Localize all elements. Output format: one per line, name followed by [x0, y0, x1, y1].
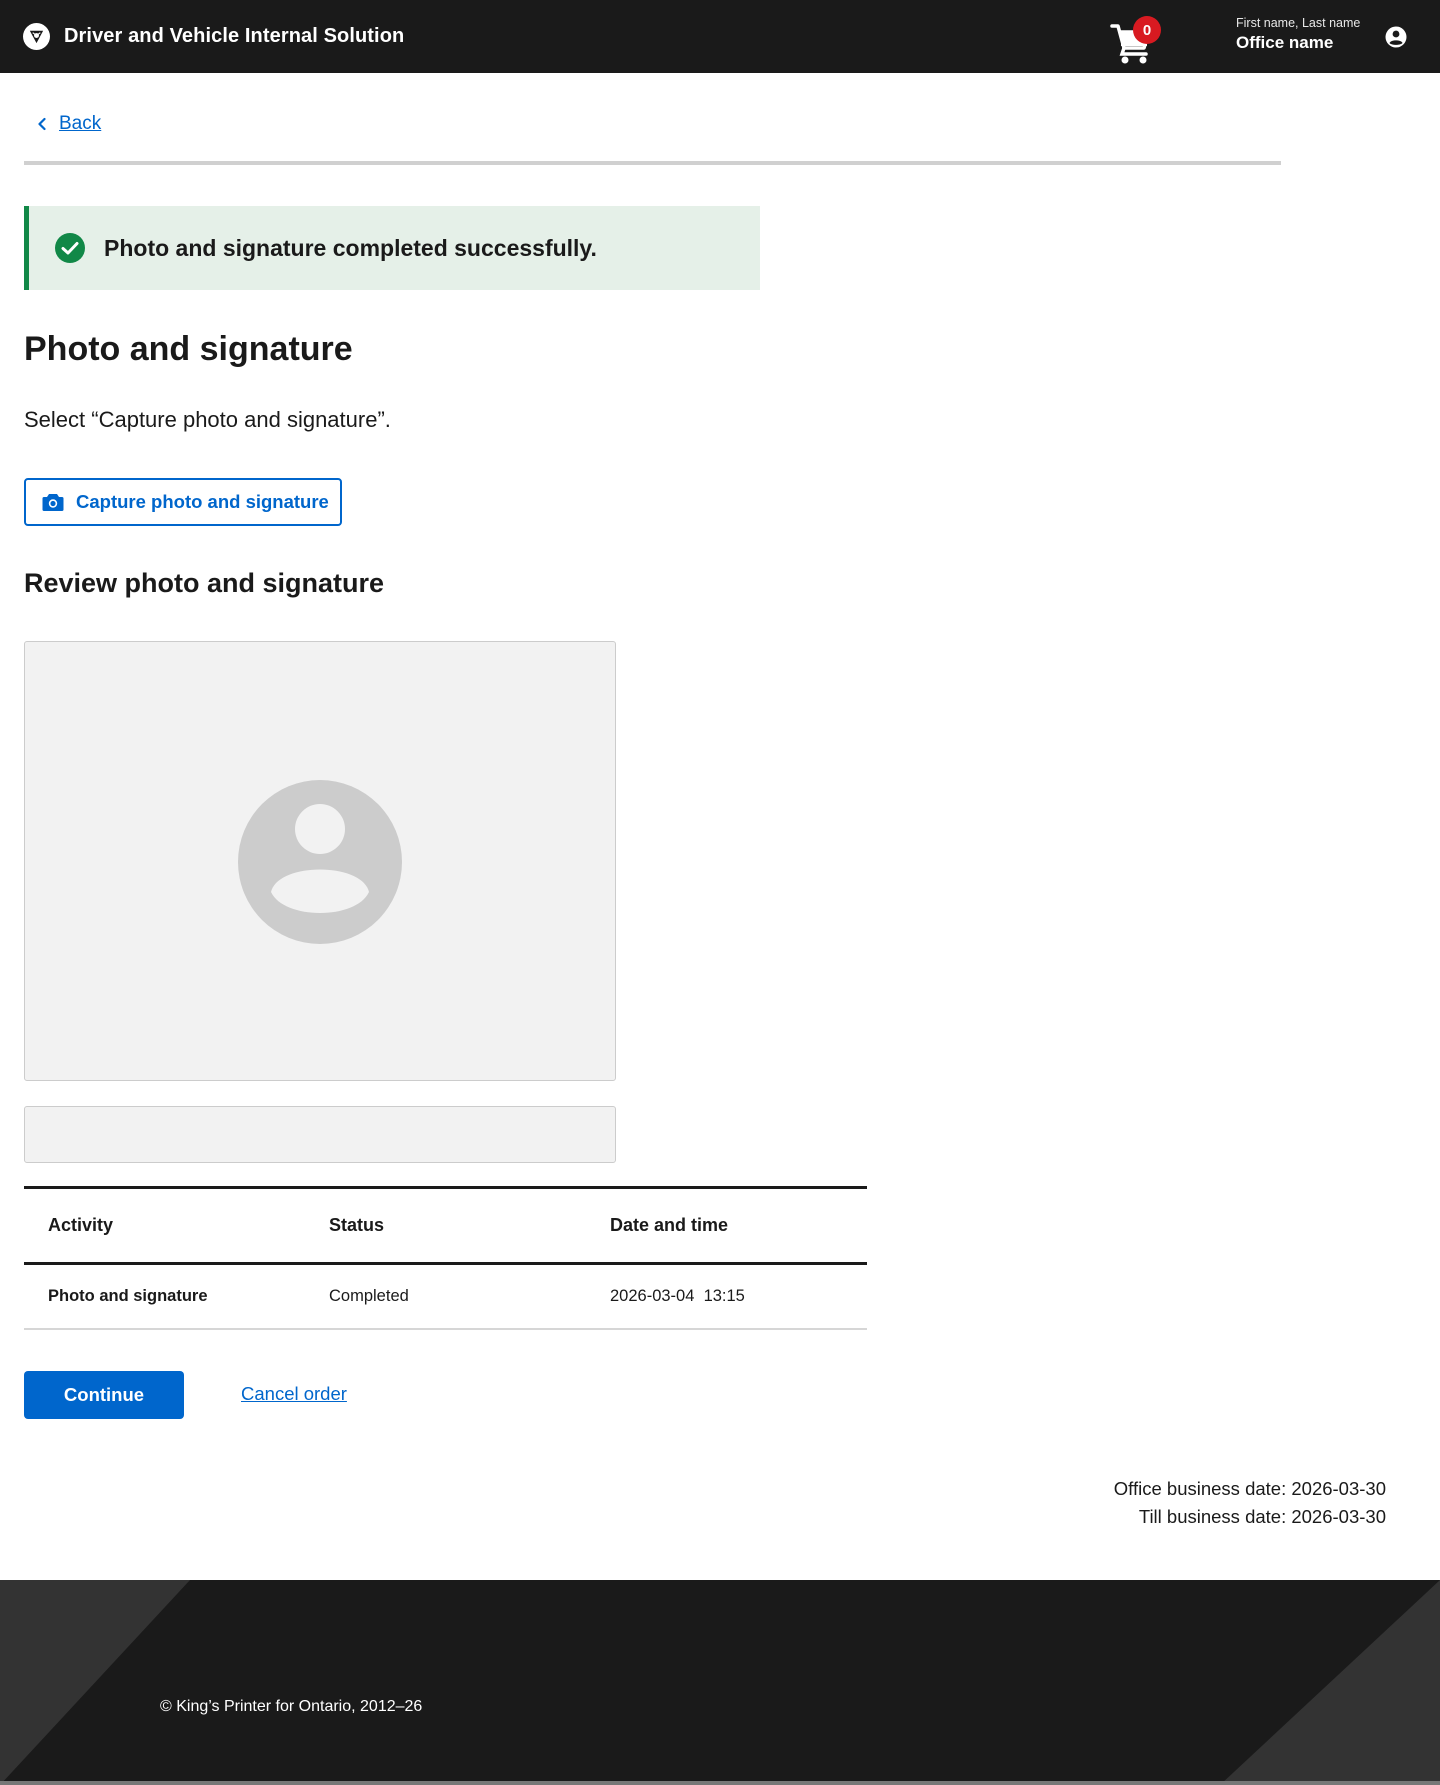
business-dates: Office business date: 2026-03-30 Till bu… — [1114, 1475, 1386, 1531]
brand[interactable]: Driver and Vehicle Internal Solution — [23, 23, 404, 50]
cart-count-badge: 0 — [1133, 16, 1161, 44]
user-info: First name, Last name Office name — [1236, 16, 1360, 53]
cell-status: Completed — [329, 1287, 409, 1305]
footer-decoration-right — [1220, 1580, 1440, 1785]
photo-preview — [24, 641, 616, 1081]
page-footer: © King’s Printer for Ontario, 2012–26 — [0, 1580, 1440, 1785]
app-title: Driver and Vehicle Internal Solution — [64, 25, 405, 47]
till-business-date: Till business date: 2026-03-30 — [1138, 1506, 1386, 1527]
column-header-activity: Activity — [48, 1215, 114, 1235]
trillium-logo-icon — [23, 23, 50, 50]
back-link[interactable]: Back — [37, 113, 101, 135]
cell-activity: Photo and signature — [48, 1287, 208, 1305]
back-link-label: Back — [59, 113, 102, 134]
camera-icon — [42, 493, 64, 511]
success-alert: Photo and signature completed successful… — [24, 206, 760, 290]
activity-table: Activity Status Date and time Photo and … — [24, 1186, 867, 1330]
alert-message: Photo and signature completed successful… — [104, 234, 597, 261]
instructions-text: Select “Capture photo and signature”. — [24, 407, 391, 432]
cell-date-time: 2026-03-04 13:15 — [610, 1287, 745, 1305]
signature-preview — [24, 1106, 616, 1163]
top-header: Driver and Vehicle Internal Solution 0 F… — [0, 0, 1440, 73]
column-header-status: Status — [329, 1215, 385, 1235]
account-icon[interactable] — [1385, 26, 1407, 48]
continue-button[interactable]: Continue — [24, 1371, 184, 1419]
office-business-date: Office business date: 2026-03-30 — [1113, 1478, 1386, 1499]
footer-decoration-left — [0, 1580, 190, 1785]
divider — [24, 161, 1281, 165]
table-row: Photo and signature Completed 2026-03-04… — [24, 1265, 867, 1330]
table-header-row: Activity Status Date and time — [24, 1186, 867, 1265]
cancel-order-link[interactable]: Cancel order — [241, 1383, 347, 1405]
capture-photo-signature-button[interactable]: Capture photo and signature — [24, 478, 342, 526]
capture-button-label: Capture photo and signature — [76, 491, 329, 512]
review-section-title: Review photo and signature — [24, 568, 385, 598]
office-name: Office name — [1236, 33, 1334, 52]
avatar-placeholder-icon — [238, 780, 402, 944]
cart-button[interactable]: 0 — [1110, 16, 1161, 64]
footer-copyright: © King’s Printer for Ontario, 2012–26 — [160, 1698, 423, 1715]
column-header-date-time: Date and time — [610, 1215, 729, 1235]
user-name: First name, Last name — [1236, 16, 1361, 30]
check-circle-icon — [55, 233, 85, 263]
footer-bottom-strip — [0, 1781, 1440, 1785]
page-title: Photo and signature — [24, 330, 353, 368]
chevron-left-icon — [38, 117, 46, 131]
